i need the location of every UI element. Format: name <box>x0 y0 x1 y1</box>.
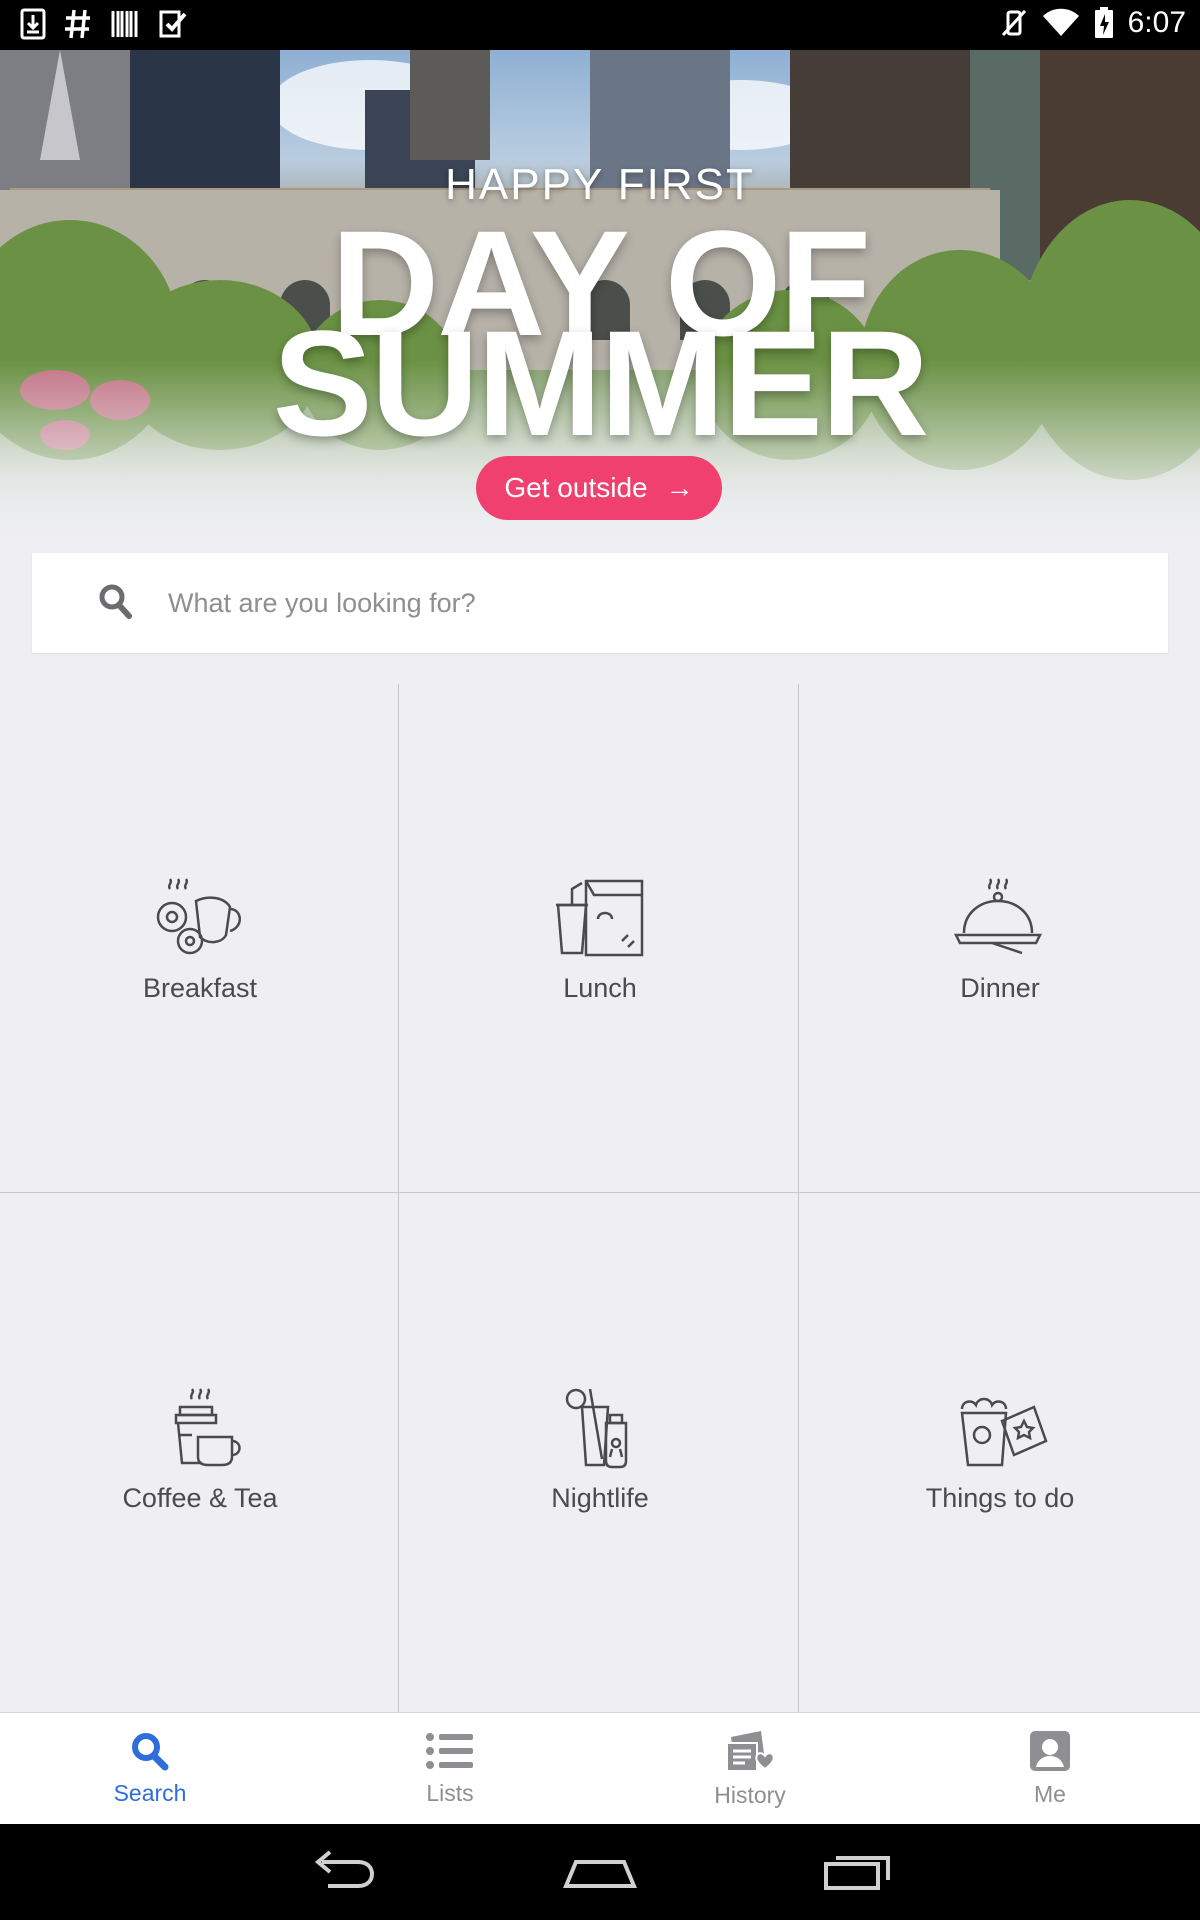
nav-tab-me[interactable]: Me <box>900 1713 1200 1824</box>
coffee-tea-icon <box>152 1385 248 1469</box>
things-to-do-icon <box>952 1385 1048 1469</box>
list-icon <box>425 1731 475 1776</box>
nav-tab-lists[interactable]: Lists <box>300 1713 600 1824</box>
category-coffee-tea[interactable]: Coffee & Tea <box>0 1194 400 1704</box>
search-input[interactable] <box>168 581 1068 625</box>
nightlife-icon <box>552 1385 648 1469</box>
search-icon <box>98 583 132 624</box>
category-breakfast[interactable]: Breakfast <box>0 684 400 1194</box>
cta-label: Get outside <box>504 472 648 503</box>
status-time: 6:07 <box>1127 6 1186 39</box>
category-things-to-do[interactable]: Things to do <box>800 1194 1200 1704</box>
profile-icon <box>1029 1730 1071 1777</box>
search-icon <box>130 1731 170 1776</box>
vibrate-mute-icon <box>1000 8 1028 38</box>
lunch-icon <box>552 875 648 959</box>
category-label: Breakfast <box>142 972 258 1003</box>
nav-label: Search <box>113 1779 187 1806</box>
category-label: Dinner <box>960 972 1040 1003</box>
download-icon <box>20 8 46 40</box>
hash-icon <box>64 8 92 40</box>
dinner-icon <box>952 875 1048 959</box>
hero-title-line2: SUMMER <box>272 299 930 467</box>
wifi-icon <box>1042 8 1080 38</box>
breakfast-icon <box>152 875 248 959</box>
back-icon[interactable] <box>308 1848 378 1903</box>
get-outside-button[interactable]: Get outside → <box>476 456 722 520</box>
nav-label: Me <box>1034 1780 1066 1807</box>
category-nightlife[interactable]: Nightlife <box>400 1194 800 1704</box>
battery-charging-icon <box>1094 7 1114 39</box>
checklist-icon <box>158 9 188 39</box>
arrow-right-icon: → <box>665 472 694 503</box>
recents-icon[interactable] <box>822 1848 892 1903</box>
bottom-navigation: Search Lists History Me <box>0 1712 1200 1824</box>
hero-banner[interactable]: HAPPY FIRST DAY OF SUMMER Get outside → <box>0 50 1200 550</box>
system-navigation-bar <box>0 1824 1200 1920</box>
nav-label: Lists <box>426 1779 474 1806</box>
category-lunch[interactable]: Lunch <box>400 684 800 1194</box>
status-bar: 6:07 <box>0 0 1200 50</box>
barcode-icon <box>110 9 140 39</box>
category-grid: Breakfast Lunch Dinner Coffee & Tea Nigh… <box>0 684 1200 1712</box>
nav-tab-search[interactable]: Search <box>0 1713 300 1824</box>
category-label: Things to do <box>925 1482 1075 1513</box>
category-label: Coffee & Tea <box>122 1482 278 1513</box>
history-icon <box>725 1729 775 1778</box>
nav-label: History <box>714 1781 786 1808</box>
search-bar[interactable] <box>32 553 1168 653</box>
category-label: Lunch <box>563 972 637 1003</box>
category-dinner[interactable]: Dinner <box>800 684 1200 1194</box>
category-label: Nightlife <box>551 1482 649 1513</box>
home-icon[interactable] <box>562 1848 638 1903</box>
nav-tab-history[interactable]: History <box>600 1713 900 1824</box>
